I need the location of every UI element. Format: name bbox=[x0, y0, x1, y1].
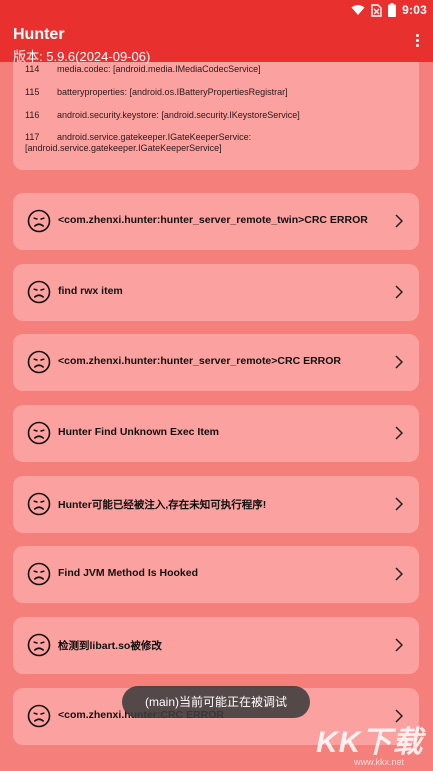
no-sim-icon bbox=[371, 3, 382, 17]
log-line: 114 media.codec: [android.media.IMediaCod… bbox=[25, 64, 261, 74]
list-item[interactable]: Hunter Find Unknown Exec Item bbox=[13, 405, 419, 462]
sad-face-icon bbox=[27, 421, 51, 445]
app-title: Hunter bbox=[13, 26, 65, 43]
list-item[interactable]: 检测到libart.so被修改 bbox=[13, 617, 419, 674]
app-version: 版本: 5.9.6(2024-09-06) bbox=[13, 49, 151, 64]
list-item-label: <com.zhenxi.hunter:hunter_server_remote>… bbox=[58, 355, 341, 367]
list-item[interactable]: find rwx item bbox=[13, 264, 419, 321]
list-item-label: Find JVM Method Is Hooked bbox=[58, 567, 199, 579]
log-card: 114 media.codec: [android.media.IMediaCod… bbox=[13, 48, 419, 170]
list-item[interactable]: <com.zhenxi.hunter:hunter_server_remote>… bbox=[13, 334, 419, 391]
overflow-menu-icon[interactable] bbox=[414, 34, 420, 50]
sad-face-icon bbox=[27, 492, 51, 516]
sad-face-icon bbox=[27, 209, 51, 233]
list-item[interactable]: Hunter可能已经被注入,存在未知可执行程序! bbox=[13, 476, 419, 533]
watermark-text: KK下载 bbox=[316, 726, 424, 759]
watermark-url: www.kkx.net bbox=[354, 757, 405, 767]
log-line: 117 android.service.gatekeeper.IGateKeepe… bbox=[25, 132, 252, 153]
log-line: 115 batteryproperties: [android.os.IBatte… bbox=[25, 87, 288, 97]
sad-face-icon bbox=[27, 280, 51, 304]
app-bar: Hunter 版本: 5.9.6(2024-09-06) bbox=[0, 22, 433, 64]
chevron-right-icon bbox=[395, 355, 403, 369]
chevron-right-icon bbox=[395, 567, 403, 581]
list-item[interactable]: <com.zhenxi.hunter:hunter_server_remote_… bbox=[13, 193, 419, 250]
wifi-icon bbox=[351, 5, 365, 15]
list-item-label: Hunter可能已经被注入,存在未知可执行程序! bbox=[58, 499, 267, 511]
list-item-label: find rwx item bbox=[58, 285, 123, 297]
status-bar: 9:03 bbox=[0, 0, 433, 22]
chevron-right-icon bbox=[395, 214, 403, 228]
chevron-right-icon bbox=[395, 426, 403, 440]
toast-message: (main)当前可能正在被调试 bbox=[122, 686, 310, 718]
chevron-right-icon bbox=[395, 638, 403, 652]
list-item-label: 检测到libart.so被修改 bbox=[58, 640, 162, 652]
watermark-logo: KK下载 www.kkx.net bbox=[316, 717, 428, 767]
status-icons: 9:03 bbox=[351, 3, 427, 17]
chevron-right-icon bbox=[395, 497, 403, 511]
chevron-right-icon bbox=[395, 285, 403, 299]
list-item-label: <com.zhenxi.hunter:hunter_server_remote_… bbox=[58, 214, 368, 226]
battery-icon bbox=[388, 3, 397, 17]
sad-face-icon bbox=[27, 704, 51, 728]
sad-face-icon bbox=[27, 562, 51, 586]
list-item[interactable]: Find JVM Method Is Hooked bbox=[13, 546, 419, 603]
log-line: 116 android.security.keystore: [android.s… bbox=[25, 110, 300, 120]
sad-face-icon bbox=[27, 350, 51, 374]
sad-face-icon bbox=[27, 633, 51, 657]
status-time: 9:03 bbox=[402, 3, 427, 17]
list-item-label: Hunter Find Unknown Exec Item bbox=[58, 426, 220, 438]
